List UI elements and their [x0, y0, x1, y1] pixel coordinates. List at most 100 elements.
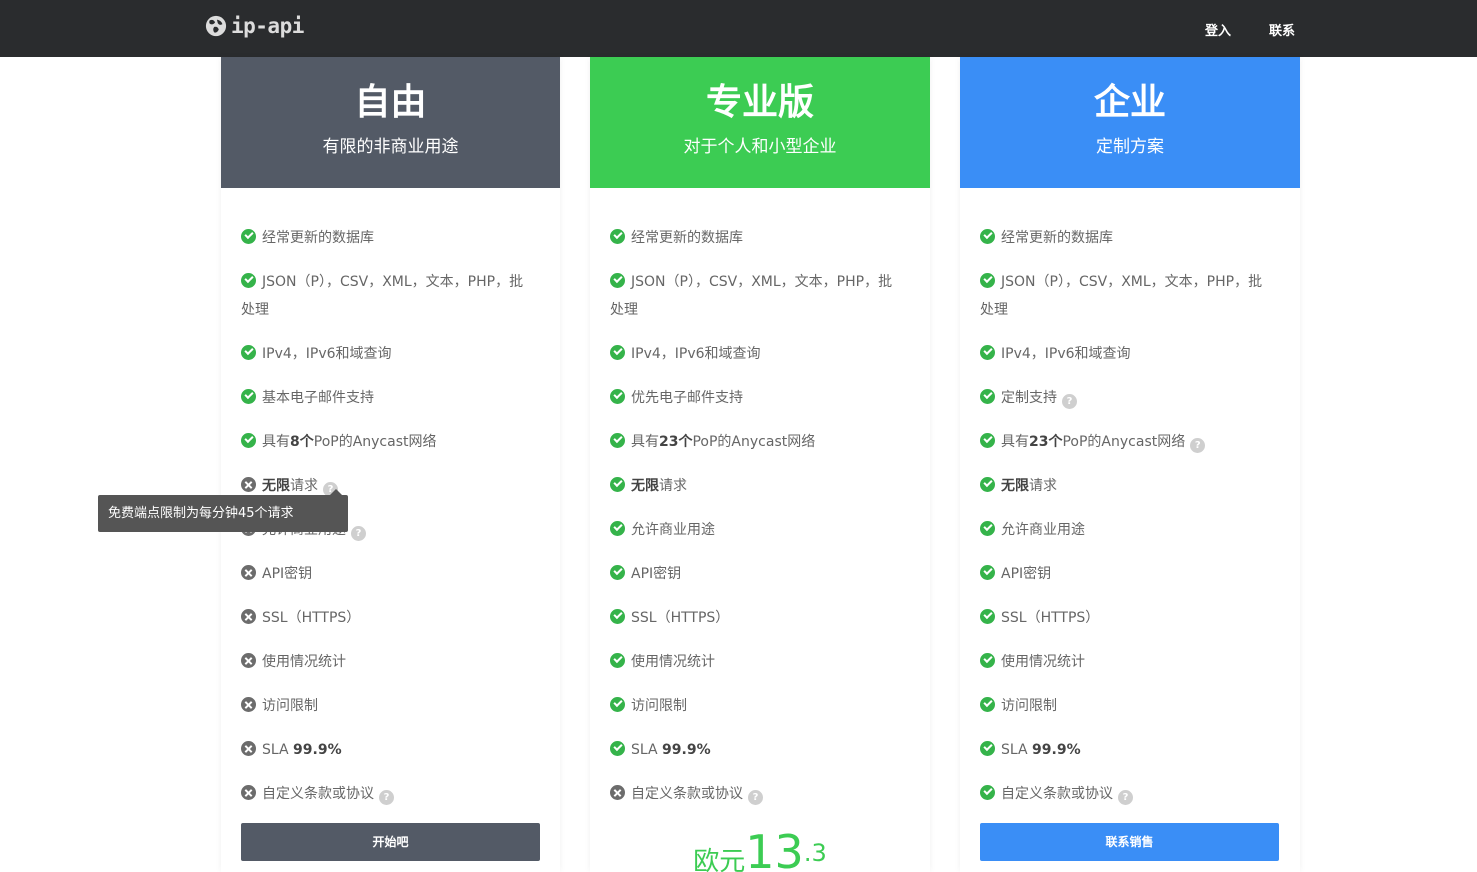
- plan-card-free: 自由 有限的非商业用途 经常更新的数据库 JSON（P），CSV，XML，文本，P…: [221, 57, 560, 872]
- feature-highlight: 无限: [262, 478, 290, 494]
- feature-item: 经常更新的数据库: [241, 224, 540, 252]
- feature-item: SSL（HTTPS）: [610, 604, 910, 632]
- check-circle-icon: [980, 389, 995, 404]
- check-circle-icon: [610, 609, 625, 624]
- check-circle-icon: [610, 229, 625, 244]
- feature-item: API密钥: [980, 560, 1280, 588]
- price-decimal: .3: [803, 839, 827, 867]
- feature-text: 请求: [1029, 478, 1057, 494]
- feature-highlight: 8个: [290, 434, 314, 450]
- globe-icon: [205, 15, 227, 37]
- feature-item: 访问限制: [241, 692, 540, 720]
- price: 欧元13.3: [590, 829, 930, 872]
- feature-item: 访问限制: [610, 692, 910, 720]
- plan-subtitle: 定制方案: [1096, 137, 1164, 157]
- question-circle-icon[interactable]: ?: [1062, 394, 1077, 409]
- check-circle-icon: [610, 565, 625, 580]
- check-circle-icon: [980, 609, 995, 624]
- feature-text: 访问限制: [1001, 698, 1057, 714]
- feature-text: API密钥: [1001, 566, 1052, 582]
- question-circle-icon[interactable]: ?: [379, 790, 394, 805]
- price-amount: 13: [745, 829, 804, 872]
- plan-card-pro: 专业版 对于个人和小型企业 经常更新的数据库 JSON（P），CSV，XML，文本…: [590, 57, 930, 872]
- feature-text: 优先电子邮件支持: [631, 390, 743, 406]
- check-circle-icon: [980, 741, 995, 756]
- feature-text-continued: 处理: [610, 302, 638, 318]
- feature-item: 允许商业用途: [980, 516, 1280, 544]
- plan-subtitle: 有限的非商业用途: [322, 137, 459, 157]
- feature-text: SLA: [262, 742, 294, 758]
- feature-item: 使用情况统计: [610, 648, 910, 676]
- feature-item: 自定义条款或协议?: [980, 780, 1280, 808]
- feature-text: SSL（HTTPS）: [262, 610, 361, 626]
- feature-text: SSL（HTTPS）: [1001, 610, 1100, 626]
- question-circle-icon[interactable]: ?: [351, 526, 366, 541]
- logo[interactable]: ip-api: [205, 14, 304, 38]
- price-currency: 欧元: [693, 847, 746, 872]
- contact-link[interactable]: 联系: [1269, 20, 1295, 39]
- feature-item: 无限请求: [610, 472, 910, 500]
- feature-item: SLA 99.9%: [980, 736, 1280, 764]
- feature-text: API密钥: [631, 566, 682, 582]
- feature-item: JSON（P），CSV，XML，文本，PHP，批 处理: [610, 268, 910, 324]
- feature-item: 具有23个PoP的Anycast网络: [610, 428, 910, 456]
- feature-item: SLA 99.9%: [610, 736, 910, 764]
- feature-highlight: 99.9%: [293, 742, 342, 758]
- feature-item: 访问限制: [980, 692, 1280, 720]
- check-circle-icon: [241, 229, 256, 244]
- feature-item: 具有23个PoP的Anycast网络?: [980, 428, 1280, 456]
- feature-item: 基本电子邮件支持: [241, 384, 540, 412]
- check-circle-icon: [980, 653, 995, 668]
- plan-name: 专业版: [705, 82, 814, 123]
- feature-text: IPv4，IPv6和域查询: [1001, 346, 1131, 362]
- feature-text: PoP的Anycast网络: [313, 434, 437, 450]
- feature-text: SSL（HTTPS）: [631, 610, 730, 626]
- check-circle-icon: [610, 345, 625, 360]
- plan-name: 企业: [1093, 82, 1166, 123]
- login-link[interactable]: 登入: [1205, 20, 1231, 39]
- check-circle-icon: [241, 345, 256, 360]
- check-circle-icon: [980, 785, 995, 800]
- check-circle-icon: [980, 697, 995, 712]
- feature-item: SSL（HTTPS）: [980, 604, 1280, 632]
- feature-text: 具有: [262, 434, 290, 450]
- plan-subtitle: 对于个人和小型企业: [683, 137, 837, 157]
- logo-text: ip-api: [231, 14, 304, 38]
- feature-text: 请求: [659, 478, 687, 494]
- check-circle-icon: [241, 389, 256, 404]
- check-circle-icon: [980, 229, 995, 244]
- feature-highlight: 无限: [631, 478, 659, 494]
- check-circle-icon: [610, 697, 625, 712]
- question-circle-icon[interactable]: ?: [1118, 790, 1133, 805]
- feature-text: 使用情况统计: [631, 654, 715, 670]
- contact-sales-button[interactable]: 联系销售: [980, 823, 1279, 861]
- feature-item: 使用情况统计: [980, 648, 1280, 676]
- feature-text: 经常更新的数据库: [1001, 230, 1113, 246]
- check-circle-icon: [980, 345, 995, 360]
- x-circle-icon: [241, 653, 256, 668]
- check-circle-icon: [610, 653, 625, 668]
- x-circle-icon: [610, 785, 625, 800]
- check-circle-icon: [980, 477, 995, 492]
- question-circle-icon[interactable]: ?: [1190, 438, 1206, 453]
- check-circle-icon: [980, 273, 995, 288]
- plan-header: 专业版 对于个人和小型企业: [590, 57, 930, 188]
- get-started-button[interactable]: 开始吧: [241, 823, 540, 861]
- feature-text: PoP的Anycast网络: [1062, 434, 1186, 450]
- feature-item: API密钥: [610, 560, 910, 588]
- plan-header: 自由 有限的非商业用途: [221, 57, 560, 188]
- feature-item: 使用情况统计: [241, 648, 540, 676]
- feature-highlight: 无限: [1001, 478, 1029, 494]
- check-circle-icon: [241, 273, 256, 288]
- feature-item: IPv4，IPv6和域查询: [980, 340, 1280, 368]
- feature-item: 无限请求: [980, 472, 1280, 500]
- feature-item: IPv4，IPv6和域查询: [241, 340, 540, 368]
- plan-card-enterprise: 企业 定制方案 经常更新的数据库 JSON（P），CSV，XML，文本，PHP，批…: [960, 57, 1300, 872]
- check-circle-icon: [980, 433, 995, 448]
- feature-text: 访问限制: [631, 698, 687, 714]
- feature-text: 允许商业用途: [631, 522, 715, 538]
- check-circle-icon: [610, 741, 625, 756]
- question-circle-icon[interactable]: ?: [748, 790, 763, 805]
- check-circle-icon: [980, 565, 995, 580]
- feature-text: 基本电子邮件支持: [262, 390, 374, 406]
